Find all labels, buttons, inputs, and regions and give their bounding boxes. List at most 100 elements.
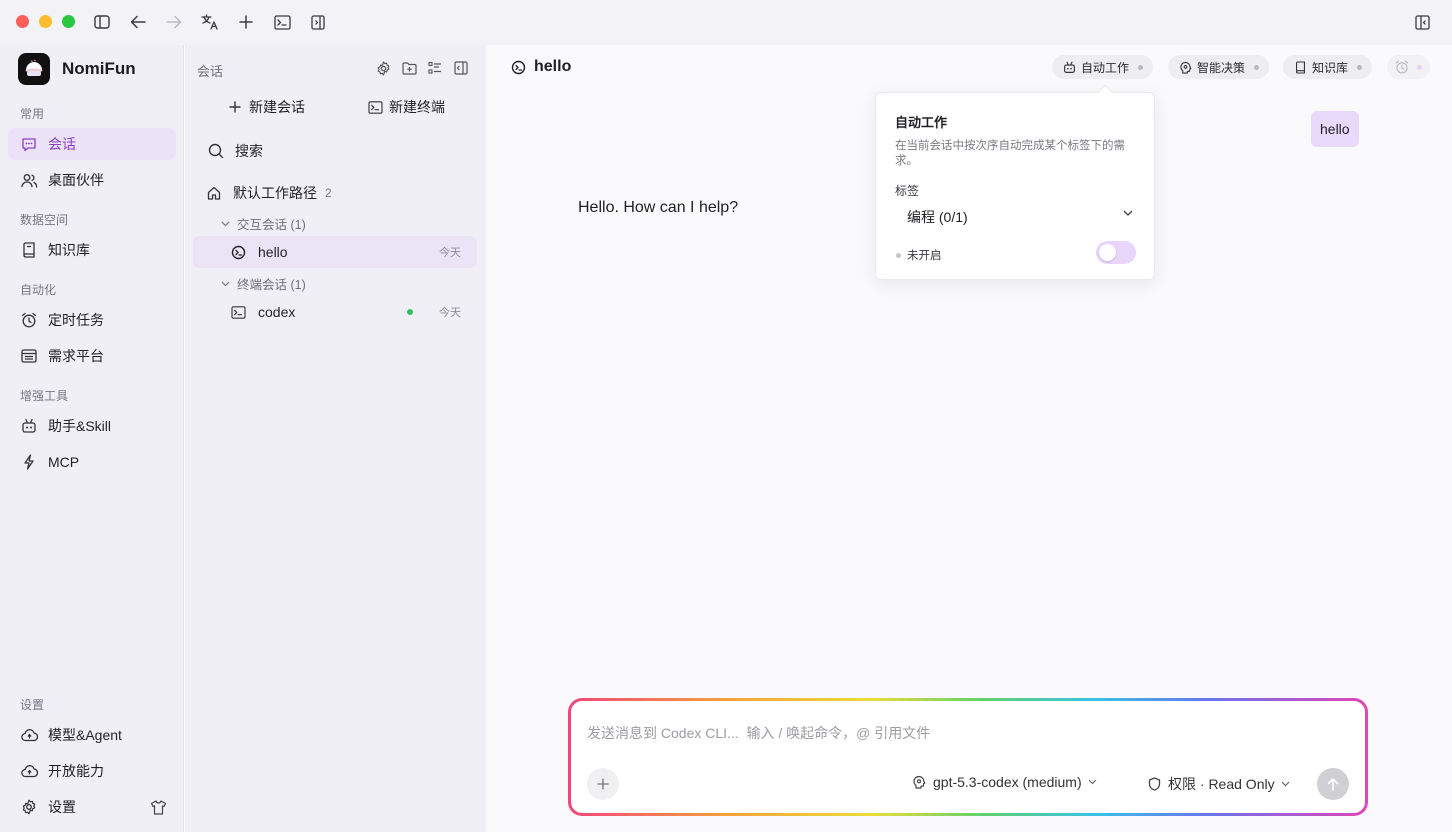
brain-icon <box>1178 60 1192 74</box>
status-dot <box>896 252 901 258</box>
users-icon <box>20 171 38 189</box>
sidebar-item-label: 定时任务 <box>48 312 104 328</box>
chat-icon <box>20 135 38 153</box>
sidebar-item-label: 助手&Skill <box>48 418 112 434</box>
auto-work-status: 未开启 <box>896 247 942 263</box>
terminal-icon[interactable] <box>272 12 292 32</box>
popover-title: 自动工作 <box>895 115 948 130</box>
chevron-down-icon <box>1281 781 1290 787</box>
group-interactive-sessions[interactable]: 交互会话 (1) <box>221 214 306 233</box>
search-button[interactable]: 搜索 <box>207 141 263 161</box>
session-item-codex[interactable]: codex 今天 <box>193 296 477 328</box>
robot-icon <box>20 417 38 435</box>
session-name: hello <box>258 244 288 260</box>
right-panel-icon[interactable] <box>308 12 328 32</box>
sidebar-toggle-icon[interactable] <box>92 12 112 32</box>
permission-label: 权限 · Read Only <box>1168 776 1275 792</box>
chevron-down-icon <box>221 221 231 227</box>
book-icon <box>1293 60 1307 74</box>
skin-shirt-icon[interactable] <box>149 798 167 816</box>
chat-title: hello <box>510 58 571 76</box>
chip-label: 智能决策 <box>1197 60 1246 75</box>
group-terminal-sessions[interactable]: 终端会话 (1) <box>221 274 306 293</box>
section-label-data-space: 数据空间 <box>20 213 69 227</box>
schedule-chip[interactable] <box>1387 55 1430 79</box>
workspace-count: 2 <box>325 186 332 200</box>
sidebar-item-label: 需求平台 <box>48 348 104 364</box>
chevron-down-icon <box>1088 779 1097 785</box>
knowledge-base-chip[interactable]: 知识库 <box>1283 55 1373 79</box>
model-label: gpt-5.3-codex (medium) <box>933 774 1082 790</box>
translate-icon[interactable] <box>200 12 220 32</box>
send-button[interactable] <box>1317 768 1349 800</box>
session-name: codex <box>258 304 296 320</box>
back-arrow-icon[interactable] <box>128 12 148 32</box>
search-label: 搜索 <box>235 143 263 159</box>
message-input[interactable] <box>587 725 1287 741</box>
chip-label: 自动工作 <box>1081 60 1130 75</box>
terminal-icon <box>230 304 246 320</box>
workspace-folder[interactable]: 默认工作路径 2 <box>207 183 332 203</box>
chat-bot-icon <box>230 244 246 260</box>
sidebar-item-requirements[interactable]: 需求平台 <box>8 340 176 372</box>
book-icon <box>20 241 38 259</box>
sidebar-item-assistant-skill[interactable]: 助手&Skill <box>8 410 176 442</box>
assistant-message: Hello. How can I help? <box>578 199 739 216</box>
auto-work-toggle[interactable] <box>1096 241 1136 264</box>
status-text: 未开启 <box>907 250 942 262</box>
new-chat-button[interactable]: 新建会话 <box>227 97 305 117</box>
shield-icon <box>1146 776 1162 792</box>
status-dot <box>1254 64 1260 70</box>
panel-layout-icon[interactable] <box>1412 12 1432 32</box>
sidebar-item-label: 知识库 <box>48 242 90 258</box>
sidebar-item-open-capabilities[interactable]: 开放能力 <box>8 755 176 787</box>
gear-icon[interactable] <box>374 59 392 77</box>
session-item-hello[interactable]: hello 今天 <box>193 236 477 268</box>
terminal-icon <box>367 99 383 115</box>
forward-arrow-icon[interactable] <box>164 12 184 32</box>
tag-select[interactable]: 编程 (0/1) <box>895 205 1137 229</box>
permission-selector[interactable]: 权限 · Read Only <box>1146 774 1290 794</box>
section-label-common: 常用 <box>20 107 45 121</box>
auto-work-popover: 自动工作 在当前会话中按次序自动完成某个标签下的需求。 标签 编程 (0/1) … <box>875 92 1155 280</box>
sidebar-item-model-agent[interactable]: 模型&Agent <box>8 719 176 751</box>
plus-icon <box>597 778 609 790</box>
sidebar-item-chat[interactable]: 会话 <box>8 128 176 160</box>
main-sidebar: NomiFun 常用 会话 桌面伙伴 数据空间 知识库 自动化 定时任务 需求平… <box>0 45 184 832</box>
collapse-panel-icon[interactable] <box>452 59 470 77</box>
minimize-window-button[interactable] <box>39 15 52 28</box>
new-terminal-label: 新建终端 <box>389 99 445 115</box>
bolt-icon <box>20 453 38 471</box>
panel-toolbar <box>374 59 470 77</box>
workspace-label: 默认工作路径 <box>233 185 317 201</box>
model-selector[interactable]: gpt-5.3-codex (medium) <box>911 774 1097 790</box>
new-folder-icon[interactable] <box>400 59 418 77</box>
auto-work-chip[interactable]: 自动工作 <box>1052 55 1154 79</box>
cloud-icon <box>20 762 38 780</box>
cloud-icon <box>20 726 38 744</box>
new-tab-plus-icon[interactable] <box>236 12 256 32</box>
chip-label: 知识库 <box>1312 60 1349 75</box>
zoom-window-button[interactable] <box>62 15 75 28</box>
close-window-button[interactable] <box>16 15 29 28</box>
sidebar-item-label: 开放能力 <box>48 763 104 779</box>
arrow-up-icon <box>1327 778 1339 791</box>
chevron-down-icon <box>221 281 231 287</box>
sidebar-item-desktop-partner[interactable]: 桌面伙伴 <box>8 164 176 196</box>
new-terminal-button[interactable]: 新建终端 <box>367 97 445 117</box>
sidebar-item-scheduled-tasks[interactable]: 定时任务 <box>8 304 176 336</box>
search-icon <box>207 142 225 160</box>
status-dot <box>1357 64 1363 70</box>
plus-icon <box>227 99 243 115</box>
panel-title: 会话 <box>197 64 224 79</box>
brand: NomiFun <box>18 53 136 85</box>
sidebar-item-mcp[interactable]: MCP <box>8 446 176 478</box>
attach-button[interactable] <box>587 768 619 800</box>
status-dot <box>1417 64 1422 70</box>
composer: gpt-5.3-codex (medium) 权限 · Read Only <box>571 701 1365 813</box>
list-view-icon[interactable] <box>426 59 444 77</box>
smart-decision-chip[interactable]: 智能决策 <box>1168 55 1270 79</box>
session-time: 今天 <box>439 247 461 259</box>
sidebar-item-knowledge-base[interactable]: 知识库 <box>8 234 176 266</box>
chevron-down-icon <box>1123 210 1133 216</box>
